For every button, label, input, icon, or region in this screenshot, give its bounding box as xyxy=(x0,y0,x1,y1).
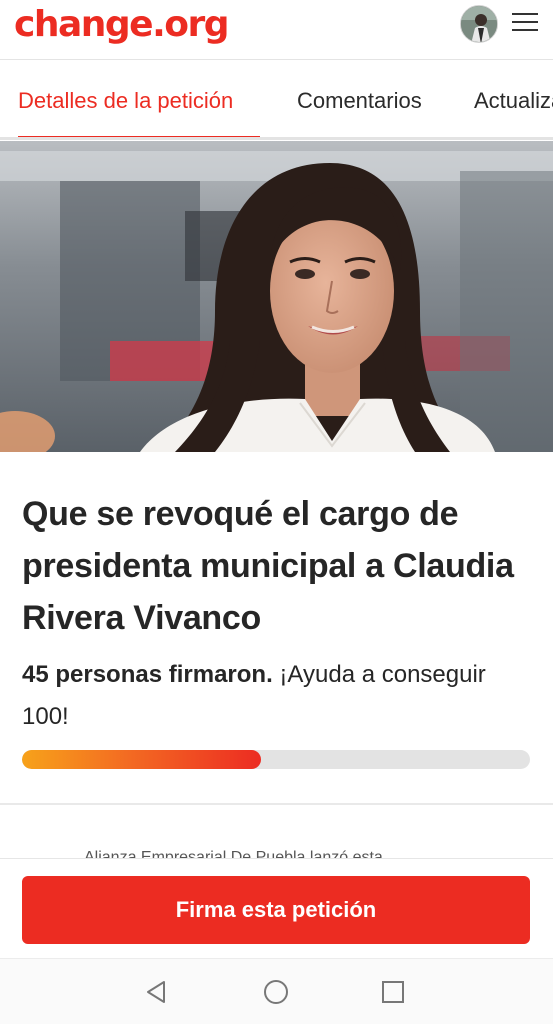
signature-progress-fill xyxy=(22,750,261,769)
petition-title: Que se revoqué el cargo de presidenta mu… xyxy=(22,495,514,637)
tab-updates[interactable]: Actualizaciones xyxy=(474,88,553,114)
section-divider xyxy=(0,803,553,805)
signature-count: 45 personas firmaron. ¡Ayuda a conseguir… xyxy=(22,654,532,738)
system-navigation-bar xyxy=(0,958,553,1024)
hamburger-menu-icon[interactable] xyxy=(512,13,538,35)
change-org-logo[interactable]: change.org xyxy=(14,4,230,45)
recents-square-icon[interactable] xyxy=(378,977,408,1007)
signature-count-bold: 45 personas firmaron. xyxy=(22,661,273,688)
sign-petition-button[interactable]: Firma esta petición xyxy=(22,876,530,944)
user-avatar[interactable] xyxy=(460,5,498,43)
petition-hero-image xyxy=(0,141,553,452)
sign-cta-bar: Firma esta petición xyxy=(0,858,553,958)
signature-progress-bar xyxy=(22,750,530,769)
tab-details[interactable]: Detalles de la petición xyxy=(18,88,233,114)
home-circle-icon[interactable] xyxy=(261,977,291,1007)
back-triangle-icon[interactable] xyxy=(142,977,172,1007)
petition-tabs: Detalles de la petición Comentarios Actu… xyxy=(0,62,553,140)
tab-comments[interactable]: Comentarios xyxy=(297,88,422,114)
active-tab-indicator xyxy=(18,136,260,137)
avatar-icon xyxy=(461,6,497,42)
hero-photo xyxy=(0,141,553,452)
petition-page: change.org Detalles de la petición Comen… xyxy=(0,0,553,1024)
top-header: change.org xyxy=(0,0,553,60)
